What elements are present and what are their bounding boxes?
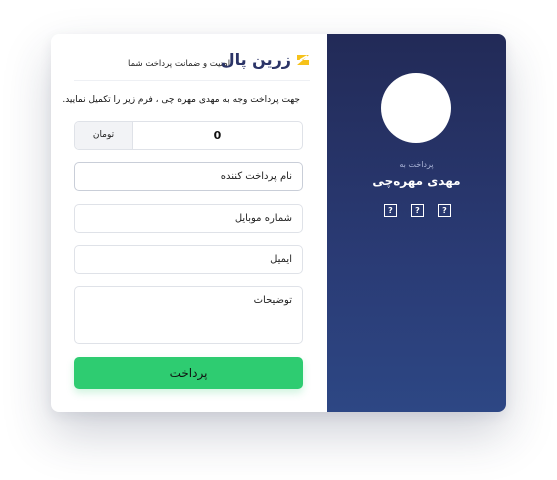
social-links: ? ? ? [384, 204, 451, 217]
merchant-avatar [381, 73, 451, 143]
form-intro: جهت پرداخت وجه به مهدی مهره چی ، فرم زیر… [62, 95, 300, 105]
logo-text: زرین پال [220, 50, 291, 69]
mobile-input[interactable]: شماره موبایل [74, 204, 303, 233]
payee-name: مهدی مهره‌چی [372, 174, 461, 188]
slogan: امنیت و ضمانت پرداخت شما [128, 59, 231, 69]
unknown-icon[interactable]: ? [438, 204, 451, 217]
payment-card: امنیت و ضمانت پرداخت شما زرین پال جهت پر… [51, 34, 506, 412]
description-textarea[interactable]: توضیحات [74, 286, 303, 344]
payer-name-input[interactable]: نام پرداخت کننده [74, 162, 303, 191]
email-input[interactable]: ایمیل [74, 245, 303, 274]
logo-mark-icon [297, 54, 309, 65]
currency-label: تومان [75, 122, 133, 149]
unknown-icon[interactable]: ? [384, 204, 397, 217]
unknown-icon[interactable]: ? [411, 204, 424, 217]
amount-input[interactable]: 0 [133, 122, 302, 149]
payment-form: امنیت و ضمانت پرداخت شما زرین پال جهت پر… [51, 34, 327, 412]
payment-header: امنیت و ضمانت پرداخت شما زرین پال [74, 44, 310, 81]
pay-button[interactable]: پرداخت [74, 357, 303, 389]
zarinpal-logo: زرین پال [221, 50, 310, 69]
merchant-panel: پرداخت به مهدی مهره‌چی ? ? ? [327, 34, 506, 412]
amount-input-group[interactable]: تومان 0 [74, 121, 303, 150]
pay-to-label: پرداخت به [399, 160, 434, 169]
